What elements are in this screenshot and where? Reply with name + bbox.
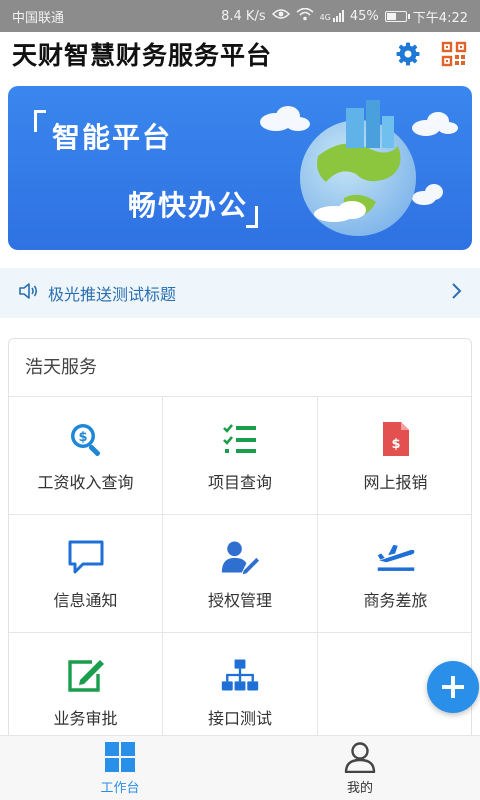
battery-icon — [384, 10, 410, 22]
airplane-icon — [376, 537, 416, 577]
salary-search-icon: $ — [66, 419, 106, 459]
plus-icon — [442, 676, 464, 698]
tab-workbench[interactable]: 工作台 — [0, 736, 240, 800]
chevron-right-icon — [450, 282, 462, 304]
hierarchy-icon — [220, 655, 260, 695]
network-speed: 8.4 K/s — [221, 8, 266, 24]
services-panel: 浩天服务 $ 工资收入查询 项目查询 $ 网上报销 信息通知 授权管理 商务差旅… — [8, 338, 472, 748]
service-approval[interactable]: 业务审批 — [9, 633, 163, 747]
speaker-icon — [18, 282, 40, 304]
page-title: 天财智慧财务服务平台 — [12, 41, 273, 70]
banner-headline: 智能平台 — [52, 121, 173, 154]
battery-percent: 45% — [349, 8, 379, 24]
service-label: 工资收入查询 — [37, 472, 134, 492]
header-actions — [394, 40, 468, 68]
notice-bar[interactable]: 极光推送测试标题 — [0, 268, 480, 318]
notice-text: 极光推送测试标题 — [48, 285, 177, 304]
user-icon — [344, 741, 376, 773]
status-indicators: 8.4 K/s 4G 45% 下午4:22 — [221, 7, 468, 26]
promo-banner[interactable]: 智能平台 畅快办公 — [8, 86, 472, 250]
globe-illustration — [260, 100, 458, 236]
service-label: 项目查询 — [207, 472, 272, 492]
signal-icon: 4G — [320, 10, 344, 22]
service-salary-query[interactable]: $ 工资收入查询 — [9, 397, 163, 515]
app-header: 天财智慧财务服务平台 — [0, 32, 480, 76]
service-label: 商务差旅 — [363, 590, 428, 610]
services-grid: $ 工资收入查询 项目查询 $ 网上报销 信息通知 授权管理 商务差旅 业务审批… — [9, 397, 471, 747]
service-label: 信息通知 — [53, 590, 118, 610]
gear-icon[interactable] — [394, 40, 422, 68]
svg-text:$: $ — [391, 437, 400, 452]
qr-code-icon[interactable] — [440, 40, 468, 68]
add-button[interactable] — [427, 661, 479, 713]
services-title: 浩天服务 — [9, 339, 471, 397]
checklist-icon — [220, 419, 260, 459]
bottom-nav: 工作台 我的 — [0, 735, 480, 800]
quote-bracket-open — [34, 110, 46, 132]
message-icon — [66, 537, 106, 577]
clock: 下午4:22 — [412, 10, 468, 26]
tab-label: 工作台 — [100, 780, 140, 796]
service-notifications[interactable]: 信息通知 — [9, 515, 163, 633]
user-edit-icon — [220, 537, 260, 577]
service-online-reimbursement[interactable]: $ 网上报销 — [318, 397, 471, 515]
tab-mine[interactable]: 我的 — [240, 736, 480, 800]
service-project-query[interactable]: 项目查询 — [163, 397, 318, 515]
service-label: 网上报销 — [363, 472, 428, 492]
service-business-travel[interactable]: 商务差旅 — [318, 515, 471, 633]
grid-icon — [105, 741, 135, 772]
service-label: 接口测试 — [207, 708, 272, 728]
service-authorization[interactable]: 授权管理 — [163, 515, 318, 633]
approval-edit-icon — [66, 655, 106, 695]
carrier-label: 中国联通 — [12, 10, 65, 26]
network-type: 4G — [319, 13, 331, 22]
tab-label: 我的 — [346, 780, 373, 796]
eye-icon — [271, 8, 290, 24]
status-bar: 中国联通 8.4 K/s 4G 45% 下午4:22 — [0, 0, 480, 32]
svg-text:$: $ — [78, 430, 87, 445]
service-label: 授权管理 — [207, 590, 272, 610]
service-interface-test[interactable]: 接口测试 — [163, 633, 318, 747]
banner-subheadline: 畅快办公 — [128, 189, 249, 222]
wifi-icon — [296, 7, 314, 25]
document-icon: $ — [376, 419, 416, 459]
service-label: 业务审批 — [53, 708, 118, 728]
